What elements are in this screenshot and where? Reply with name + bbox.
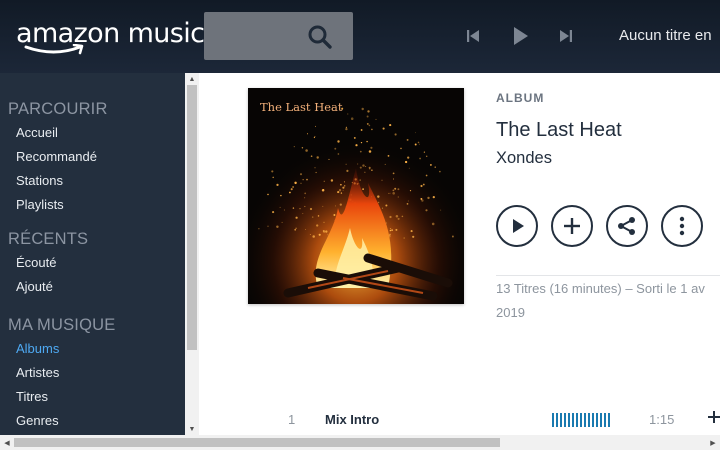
scroll-up-icon[interactable]: ▲ [185,73,199,85]
section-title-recents: RÉCENTS [8,230,89,248]
scroll-left-icon[interactable]: ◀ [0,437,14,448]
cover-title: The Last Heat [260,100,343,114]
sidebar-scrollbar[interactable]: ▲ ▼ [185,73,199,435]
album-artist-link[interactable]: Xondes [496,149,552,168]
next-icon[interactable] [554,24,578,48]
sidebar-item-ecoute[interactable]: Écouté [16,255,56,270]
play-icon [513,219,524,233]
album-title: The Last Heat [496,119,622,141]
scroll-down-icon[interactable]: ▼ [185,423,199,435]
horizontal-scrollbar[interactable]: ◀ ▶ [0,435,720,450]
album-meta: 13 Titres (16 minutes) – Sorti le 1 av [496,281,705,296]
sidebar-item-stations[interactable]: Stations [16,173,63,188]
scroll-right-icon[interactable]: ▶ [706,437,720,448]
campfire-artwork [248,88,464,304]
now-playing-text: Aucun titre en [619,27,712,44]
album-detail: The Last Heat ALBUM The Last Heat Xondes… [199,73,720,435]
sidebar-item-albums[interactable]: Albums [16,341,59,356]
album-type-label: ALBUM [496,91,545,105]
more-icon [679,216,685,236]
sidebar-item-artistes[interactable]: Artistes [16,365,59,380]
sidebar: PARCOURIR Accueil Recommandé Stations Pl… [0,73,185,435]
album-cover[interactable]: The Last Heat [248,88,464,304]
sidebar-item-ajoute[interactable]: Ajouté [16,279,53,294]
share-icon [618,217,635,235]
sidebar-item-accueil[interactable]: Accueil [16,125,58,140]
smile-icon [24,44,84,55]
add-icon [564,218,580,234]
amazon-music-logo[interactable]: amazon music [16,18,205,58]
share-button[interactable] [606,205,648,247]
top-bar: amazon music Aucun titre en [0,0,720,73]
search-box[interactable] [204,12,353,60]
previous-icon[interactable] [461,24,485,48]
album-meta-year: 2019 [496,305,525,320]
divider [496,275,720,276]
section-title-parcourir: PARCOURIR [8,100,108,118]
track-title[interactable]: Mix Intro [325,412,379,427]
track-duration: 1:15 [649,412,675,427]
track-number: 1 [288,412,296,427]
add-track-icon[interactable] [707,410,720,424]
search-icon[interactable] [307,24,333,50]
sidebar-item-titres[interactable]: Titres [16,389,48,404]
track-row[interactable]: 1 Mix Intro 1:15 [199,407,720,435]
section-title-ma-musique: MA MUSIQUE [8,316,116,334]
sidebar-scrollbar-thumb[interactable] [187,85,197,350]
play-icon[interactable] [508,24,532,48]
horizontal-scrollbar-thumb[interactable] [14,438,500,447]
sidebar-item-genres[interactable]: Genres [16,413,59,428]
sidebar-item-playlists[interactable]: Playlists [16,197,64,212]
add-album-button[interactable] [551,205,593,247]
sidebar-item-recommande[interactable]: Recommandé [16,149,97,164]
play-album-button[interactable] [496,205,538,247]
sample-bars-icon[interactable] [552,413,612,427]
more-options-button[interactable] [661,205,703,247]
